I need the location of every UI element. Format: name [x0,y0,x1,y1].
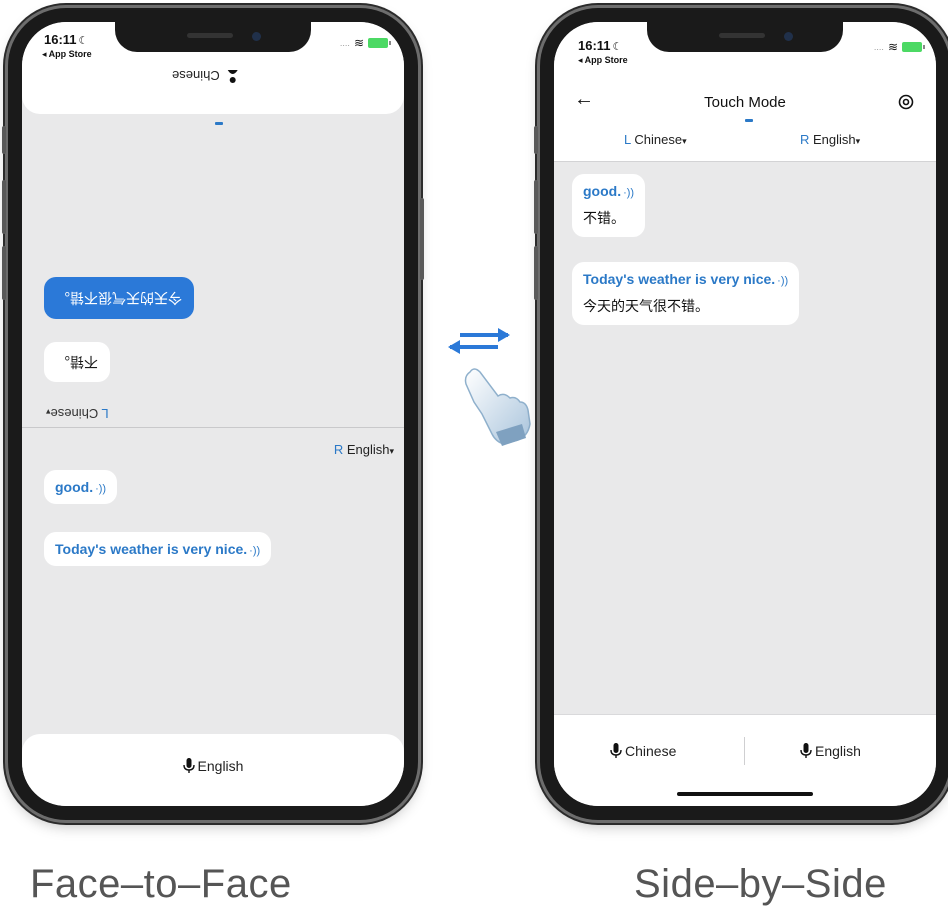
top-mic-lang[interactable]: Chinese [172,68,239,84]
volume-up-button [2,180,6,234]
home-indicator [677,792,813,796]
person-mic-icon [227,70,238,83]
speaker-icon[interactable]: ·)) [95,483,106,495]
app-store-back-link[interactable]: ◂ App Store [578,55,628,66]
microphone-icon [182,758,195,773]
microphone-icon [800,743,812,758]
swap-arrows-icon [448,328,510,354]
status-time: 16:11 ☾ [578,38,623,53]
microphone-icon [610,743,622,758]
flipped-lang-selector[interactable]: L Chinese▾ [46,406,109,421]
volume-down-button [534,246,538,300]
wifi-icon: ≋ [353,36,364,50]
mic-button-english[interactable]: English [800,743,861,759]
divider [22,427,404,428]
volume-up-button [534,180,538,234]
mic-button-chinese[interactable]: Chinese [610,743,676,759]
notch [647,22,843,52]
bottom-mic-panel: Chinese English [554,714,936,806]
page-indicator [745,119,753,122]
message-bubble: Today's weather is very nice. ·)) [44,532,272,566]
lang-selector-left[interactable]: L Chinese▾ [624,132,687,147]
message-bubble: Today's weather is very nice. ·)) 今天的天气很不… [572,262,800,325]
hand-pointer-icon [464,368,531,446]
mic-divider [744,737,745,765]
page-indicator [215,122,223,125]
speaker-icon[interactable]: ·)) [777,275,788,287]
status-right: .... ≋ [340,36,391,50]
message-bubble: good. ·)) 不错。 [572,174,646,237]
page-title: Touch Mode [704,94,786,111]
speaker-icon[interactable]: ·)) [249,545,260,557]
status-time: 16:11 ☾ [44,32,89,47]
caption-side-by-side: Side–by–Side [634,862,887,906]
power-button [420,198,424,280]
phone-side-by-side: 16:11 ☾ ◂ App Store .... ≋ ← Touch Mode L… [534,8,948,820]
flipped-blue-message: 今天的天气很不错。 [44,277,194,319]
mute-switch [2,126,6,154]
screen: 16:11 ☾ ◂ App Store .... ≋ Chinese 今天的天气很… [22,22,404,806]
battery-icon [368,38,391,48]
status-right: .... ≋ [874,40,925,54]
mic-button-english[interactable]: English [22,758,404,774]
mute-switch [534,126,538,154]
volume-down-button [2,246,6,300]
settings-icon[interactable] [898,94,914,110]
message-bubble: good. ·)) [44,470,118,504]
screen: 16:11 ☾ ◂ App Store .... ≋ ← Touch Mode L… [554,22,936,806]
lang-selector-right[interactable]: R English▾ [800,132,860,147]
speaker-icon[interactable]: ·)) [623,187,634,199]
lang-selector-right[interactable]: R English▾ [334,442,394,457]
flipped-white-message: 不错。 [44,342,110,382]
phone-face-to-face: 16:11 ☾ ◂ App Store .... ≋ Chinese 今天的天气很… [2,8,424,820]
wifi-icon: ≋ [887,40,898,54]
app-store-back-link[interactable]: ◂ App Store [42,49,92,60]
moon-icon: ☾ [612,41,623,53]
battery-icon [902,42,925,52]
moon-icon: ☾ [78,35,89,47]
notch [115,22,311,52]
bottom-mic-panel: English [22,734,404,806]
caption-face-to-face: Face–to–Face [30,862,292,906]
